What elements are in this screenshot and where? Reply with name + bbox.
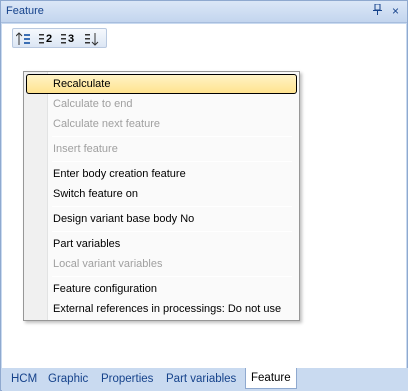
- tab-graphic[interactable]: Graphic: [43, 370, 93, 389]
- list-3-label: 3: [68, 33, 75, 45]
- tab-properties[interactable]: Properties: [96, 370, 158, 389]
- sort-down-button[interactable]: [84, 31, 104, 47]
- panel-titlebar: Feature ×: [1, 1, 407, 23]
- list-2-label: 2: [46, 33, 53, 45]
- sort-feature-button[interactable]: [16, 31, 36, 47]
- tab-part-variables[interactable]: Part variables: [161, 370, 241, 389]
- menu-item-switch-feature-on[interactable]: Switch feature on: [26, 184, 297, 204]
- feature-toolbar: 2 3: [2, 24, 406, 51]
- panel-title: Feature: [6, 5, 44, 17]
- tab-feature[interactable]: Feature: [245, 368, 297, 389]
- menu-item-external-references[interactable]: External references in processings: Do n…: [26, 299, 297, 319]
- menu-separator: [52, 231, 292, 232]
- list-2-button[interactable]: 2: [38, 31, 58, 47]
- tab-hcm[interactable]: HCM: [6, 370, 42, 389]
- menu-item-enter-body-creation-feature[interactable]: Enter body creation feature: [26, 164, 297, 184]
- menu-item-design-variant-base-body[interactable]: Design variant base body No: [26, 209, 297, 229]
- list-3-icon: [61, 34, 66, 44]
- menu-item-feature-configuration[interactable]: Feature configuration: [26, 279, 297, 299]
- list-2-icon: [39, 34, 44, 44]
- menu-separator: [52, 136, 292, 137]
- menu-item-calculate-next-feature: Calculate next feature: [53, 118, 161, 130]
- menu-item-calculate-to-end: Calculate to end: [53, 98, 133, 110]
- list-3-button[interactable]: 3: [60, 31, 80, 47]
- sort-feature-icon: [16, 32, 30, 45]
- menu-separator: [52, 206, 292, 207]
- menu-separator: [52, 276, 292, 277]
- toolbar-strip: 2 3: [12, 28, 107, 48]
- menu-item-recalculate[interactable]: Recalculate: [26, 74, 297, 94]
- sort-down-icon: [85, 33, 99, 46]
- close-icon[interactable]: ×: [388, 4, 403, 19]
- menu-item-part-variables[interactable]: Part variables: [26, 234, 297, 254]
- context-menu: Recalculate Calculate to end Calculate n…: [23, 71, 300, 321]
- pin-icon[interactable]: [370, 3, 385, 19]
- feature-panel: Feature × 2 3 Recalculate Calculate to e…: [0, 0, 408, 391]
- menu-separator: [52, 161, 292, 162]
- panel-tabs: HCM Graphic Properties Part variables Fe…: [2, 368, 408, 391]
- menu-item-insert-feature: Insert feature: [53, 143, 118, 155]
- menu-item-local-variant-variables: Local variant variables: [53, 258, 163, 270]
